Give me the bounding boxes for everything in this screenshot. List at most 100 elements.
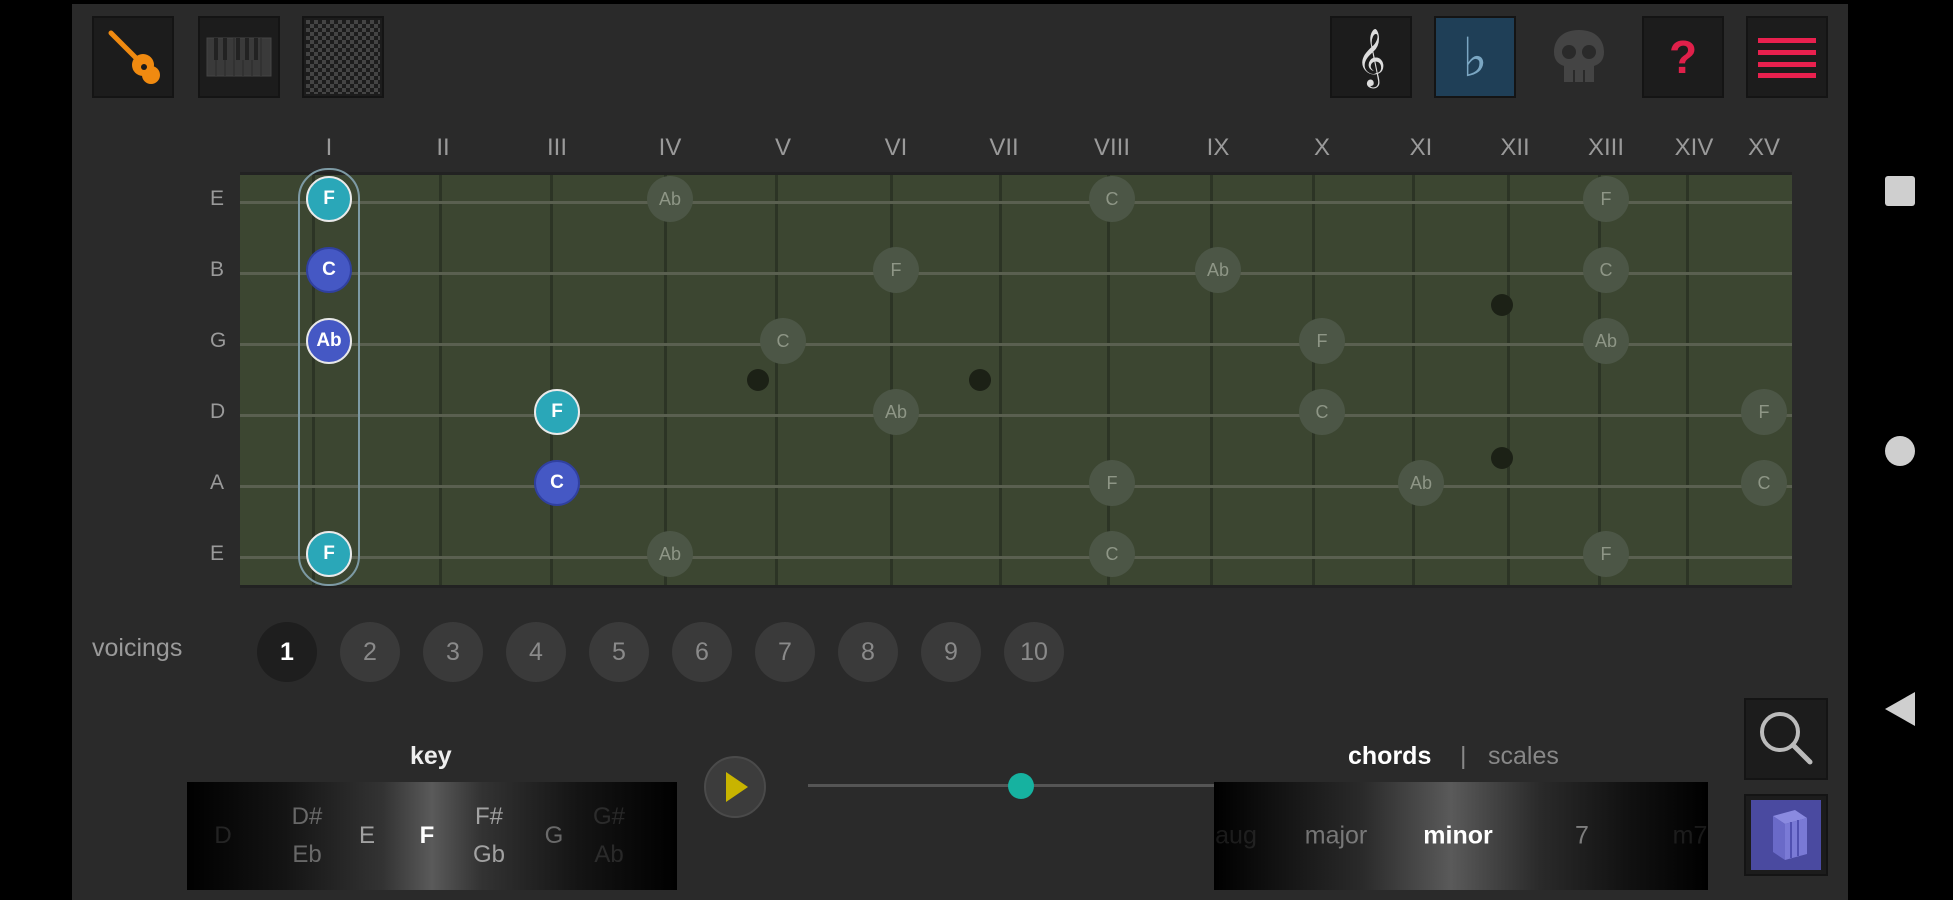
- string-name: D: [210, 400, 226, 423]
- fret-wire: [1210, 175, 1213, 585]
- key-option[interactable]: G: [545, 817, 564, 855]
- key-option[interactable]: F# Gb: [473, 798, 505, 874]
- chord-note-marker[interactable]: C: [534, 460, 580, 506]
- fret-wire: [1598, 175, 1601, 585]
- key-option[interactable]: G# Ab: [593, 798, 625, 874]
- fretboard[interactable]: [240, 172, 1792, 588]
- tab-scales[interactable]: scales: [1488, 742, 1559, 771]
- scale-note-marker[interactable]: C: [1089, 531, 1135, 577]
- key-option[interactable]: F: [420, 817, 435, 855]
- piano-icon: [206, 37, 272, 77]
- scale-note-marker[interactable]: C: [1089, 176, 1135, 222]
- play-button[interactable]: [704, 756, 766, 818]
- tempo-slider-knob[interactable]: [1007, 773, 1034, 799]
- recent-apps-button[interactable]: [1885, 176, 1915, 206]
- scale-note-marker[interactable]: C: [1583, 247, 1629, 293]
- fret-number: II: [436, 134, 450, 161]
- string-name: A: [210, 471, 225, 494]
- scale-note-marker[interactable]: Ab: [647, 176, 693, 222]
- chord-type-option[interactable]: major: [1305, 822, 1368, 851]
- chord-note-marker[interactable]: F: [534, 389, 580, 435]
- scale-note-marker[interactable]: Ab: [1398, 460, 1444, 506]
- flat-toggle-button[interactable]: ♭: [1434, 16, 1516, 98]
- key-option[interactable]: D# Eb: [292, 798, 323, 874]
- voicing-button-5[interactable]: 5: [589, 622, 649, 682]
- fret-wire: [1312, 175, 1315, 585]
- scale-note-marker[interactable]: Ab: [647, 531, 693, 577]
- piano-mode-button[interactable]: [198, 16, 280, 98]
- voicing-button-1[interactable]: 1: [257, 622, 317, 682]
- voicing-button-6[interactable]: 6: [672, 622, 732, 682]
- guitar-icon: [108, 30, 160, 84]
- fret-number: VI: [884, 134, 908, 161]
- scale-note-marker[interactable]: C: [1299, 389, 1345, 435]
- scale-note-marker[interactable]: F: [1741, 389, 1787, 435]
- string-name: E: [210, 542, 225, 565]
- home-button[interactable]: [1885, 436, 1915, 466]
- guitar-string: [240, 201, 1792, 204]
- guitar-string: [240, 556, 1792, 559]
- back-button[interactable]: [1885, 692, 1915, 726]
- key-option-label: E: [358, 822, 376, 849]
- fret-wire: [999, 175, 1002, 585]
- grid-icon: [306, 20, 380, 94]
- scale-note-marker[interactable]: Ab: [1583, 318, 1629, 364]
- fret-number: XI: [1409, 134, 1433, 161]
- chord-type-option[interactable]: aug: [1215, 822, 1257, 851]
- search-icon: [1760, 712, 1813, 765]
- search-button[interactable]: [1744, 698, 1828, 780]
- key-option[interactable]: E: [359, 817, 375, 855]
- treble-clef-icon: 𝄞: [1356, 27, 1386, 86]
- voicing-button-2[interactable]: 2: [340, 622, 400, 682]
- fret-wire: [664, 175, 667, 585]
- tab-chords[interactable]: chords: [1348, 742, 1431, 771]
- key-option[interactable]: D: [214, 817, 231, 855]
- scale-note-marker[interactable]: C: [1741, 460, 1787, 506]
- fret-inlay-dot: [969, 369, 991, 391]
- skull-icon: [1554, 30, 1604, 82]
- voicing-button-7[interactable]: 7: [755, 622, 815, 682]
- fret-number: IV: [658, 134, 682, 161]
- fret-inlay-dot: [1491, 447, 1513, 469]
- voicing-button-4[interactable]: 4: [506, 622, 566, 682]
- chord-type-selector[interactable]: aug major minor 7 m7: [1214, 782, 1708, 890]
- fret-wire: [550, 175, 553, 585]
- grid-mode-button[interactable]: [302, 16, 384, 98]
- guitar-string: [240, 343, 1792, 346]
- chord-type-option[interactable]: m7: [1673, 822, 1708, 851]
- library-button[interactable]: [1744, 794, 1828, 876]
- scale-note-marker[interactable]: F: [1299, 318, 1345, 364]
- scale-note-marker[interactable]: F: [1089, 460, 1135, 506]
- scale-note-marker[interactable]: F: [1583, 531, 1629, 577]
- key-option-alt-label: Eb: [292, 841, 322, 868]
- chord-type-option[interactable]: 7: [1575, 822, 1589, 851]
- chord-note-marker[interactable]: Ab: [306, 318, 352, 364]
- help-button[interactable]: ?: [1642, 16, 1724, 98]
- chord-note-marker[interactable]: F: [306, 531, 352, 577]
- fret-number: IX: [1206, 134, 1230, 161]
- chord-note-marker[interactable]: C: [306, 247, 352, 293]
- fret-wire: [775, 175, 778, 585]
- voicing-button-10[interactable]: 10: [1004, 622, 1064, 682]
- chord-type-option[interactable]: minor: [1423, 822, 1492, 851]
- skull-button[interactable]: [1538, 16, 1620, 98]
- guitar-mode-button[interactable]: [92, 16, 174, 98]
- scale-note-marker[interactable]: Ab: [1195, 247, 1241, 293]
- fret-inlay-dot: [1491, 294, 1513, 316]
- notation-button[interactable]: 𝄞: [1330, 16, 1412, 98]
- scale-note-marker[interactable]: Ab: [873, 389, 919, 435]
- scale-note-marker[interactable]: F: [873, 247, 919, 293]
- fret-number: X: [1313, 134, 1331, 161]
- fret-number: XV: [1747, 134, 1781, 161]
- menu-button[interactable]: [1746, 16, 1828, 98]
- scale-note-marker[interactable]: C: [760, 318, 806, 364]
- voicing-button-8[interactable]: 8: [838, 622, 898, 682]
- help-icon: ?: [1668, 31, 1698, 83]
- chord-note-marker[interactable]: F: [306, 176, 352, 222]
- scale-note-marker[interactable]: F: [1583, 176, 1629, 222]
- key-option-label: D: [214, 822, 232, 849]
- voicing-button-3[interactable]: 3: [423, 622, 483, 682]
- key-selector[interactable]: D D# Eb E F F# Gb G G# Ab: [187, 782, 677, 890]
- voicing-button-9[interactable]: 9: [921, 622, 981, 682]
- play-icon: [726, 772, 748, 802]
